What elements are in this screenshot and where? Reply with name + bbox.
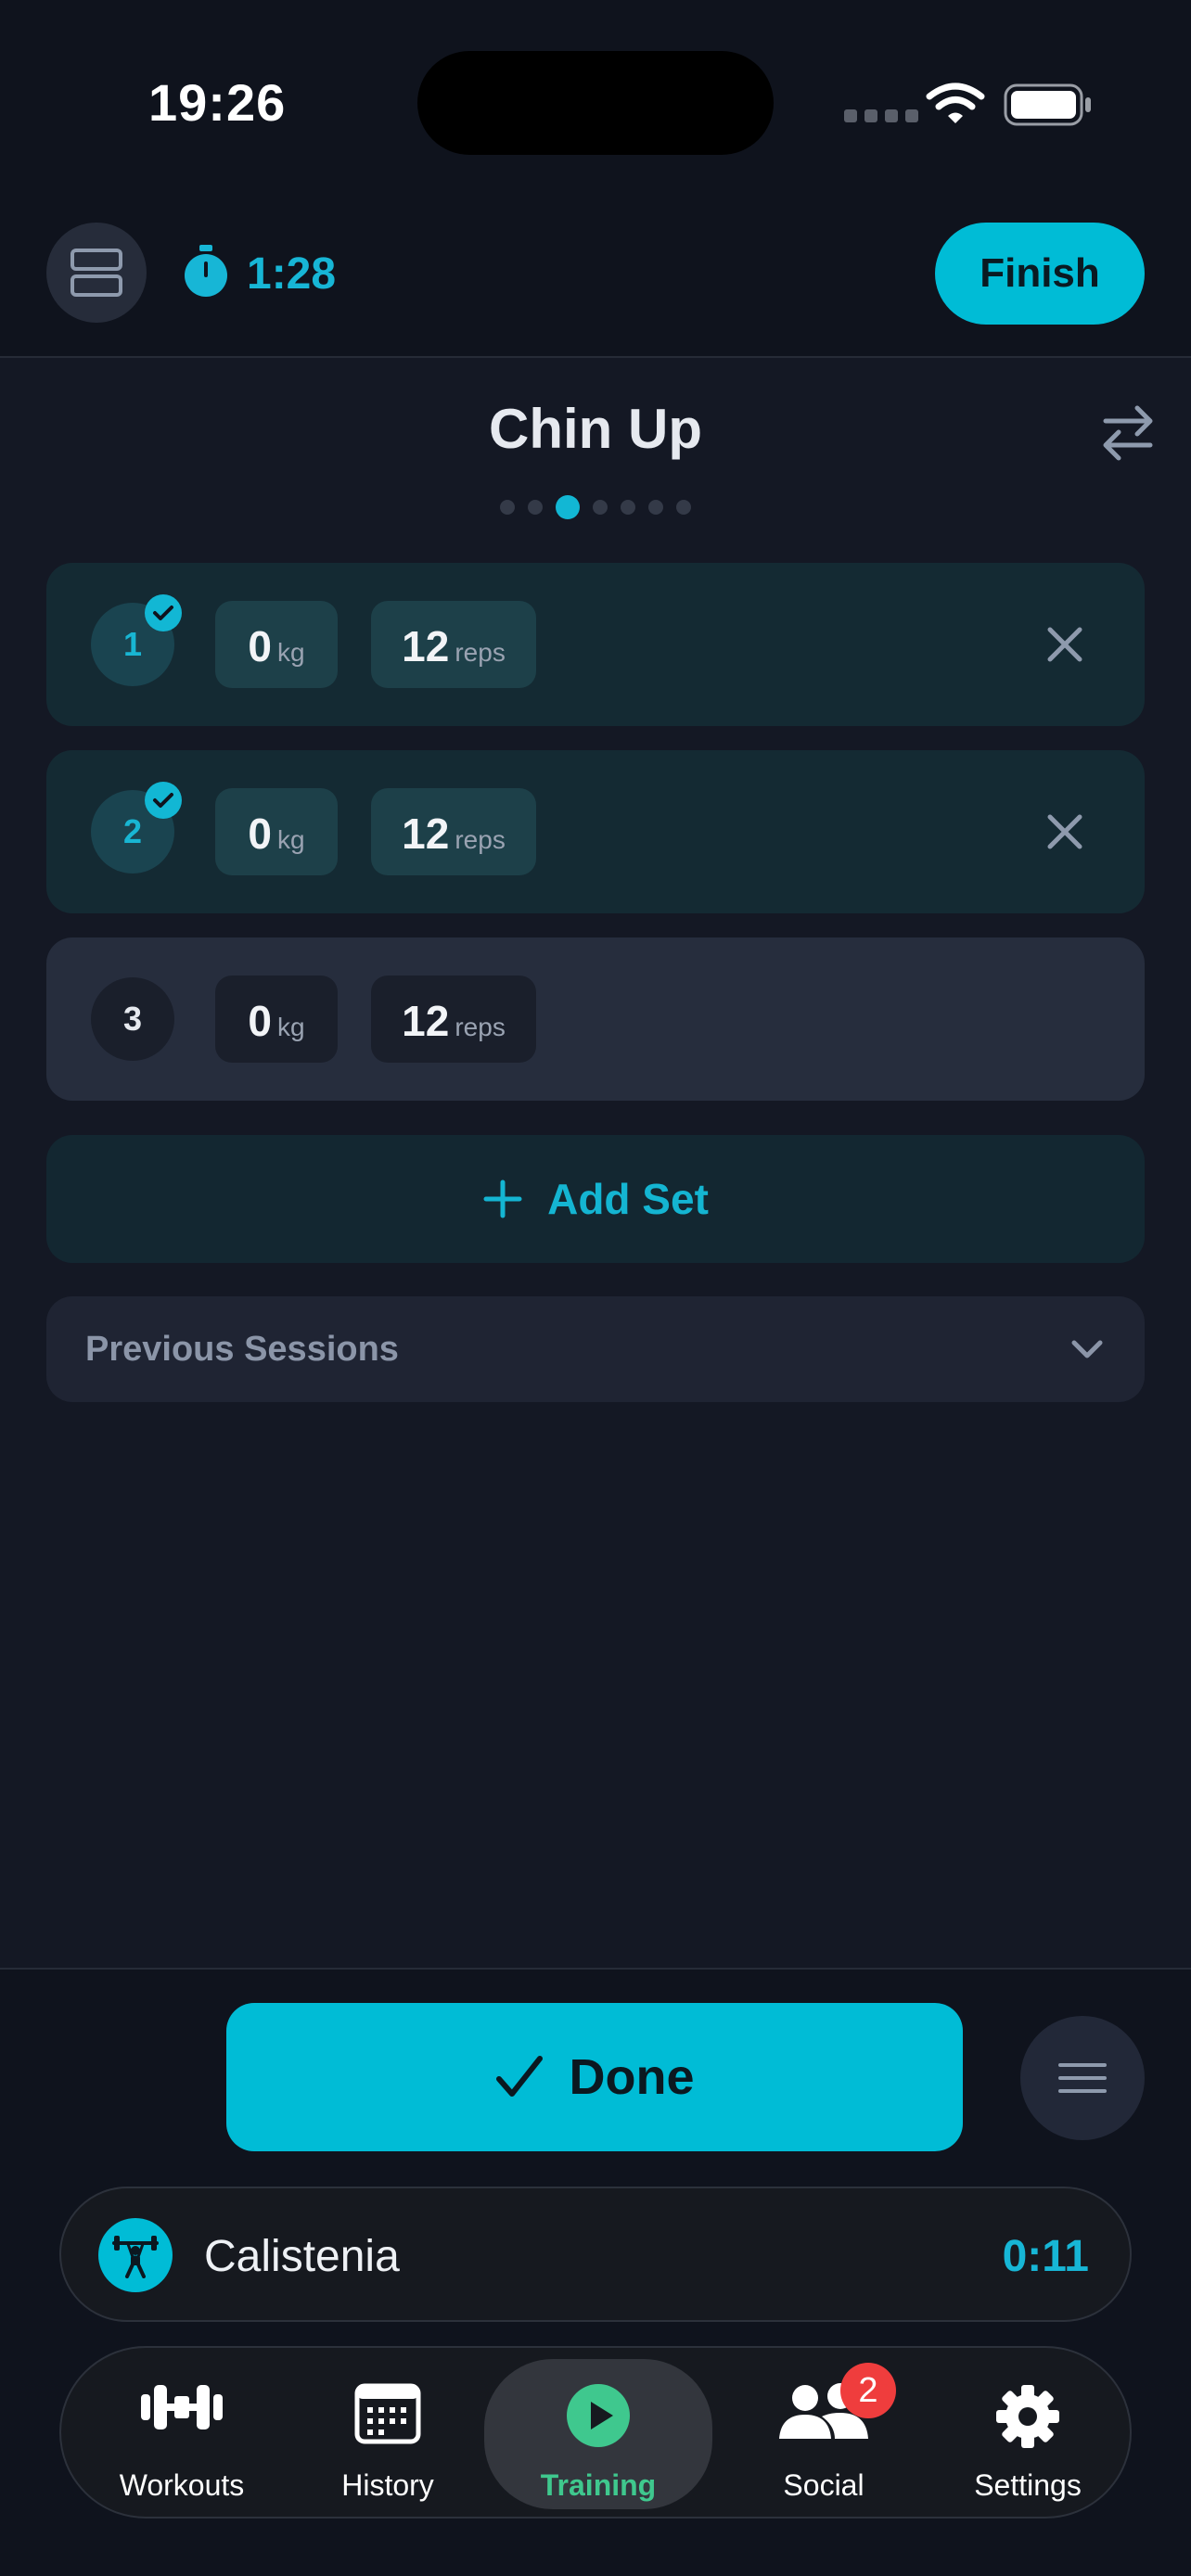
rest-timer: 1:28 [247,249,337,299]
weight-field[interactable]: 0 kg [215,976,338,1063]
set-row: 1 0 kg 12 reps [46,563,1145,726]
done-button[interactable]: Done [226,2003,963,2151]
page-dot-active[interactable] [556,495,580,519]
workout-elapsed-time: 0:11 [1002,2232,1089,2281]
reps-value: 12 [402,622,450,670]
page-dot[interactable] [500,500,515,515]
tab-settings[interactable]: Settings [926,2348,1130,2520]
reps-value: 12 [402,810,450,858]
set-row: 2 0 kg 12 reps [46,750,1145,913]
add-set-button[interactable]: Add Set [46,1135,1145,1263]
page-dot[interactable] [593,500,608,515]
checkmark-icon [495,2056,543,2097]
plus-icon [483,1180,522,1218]
tab-history[interactable]: History [286,2348,490,2520]
workout-name: Calistenia [204,2232,400,2281]
tab-social[interactable]: Social [722,2348,926,2520]
page-dot[interactable] [528,500,543,515]
previous-sessions-label: Previous Sessions [85,1330,399,1369]
tab-label: Training [540,2468,657,2502]
close-icon[interactable] [1043,810,1087,859]
swap-exercise-icon[interactable] [1100,402,1156,468]
weight-unit: kg [277,638,305,667]
dynamic-island [417,51,774,155]
exercise-page-indicator[interactable] [0,495,1191,519]
weight-unit: kg [277,1013,305,1041]
status-time: 19:26 [148,73,287,132]
checkmark-icon [145,594,182,631]
tab-label: Settings [974,2468,1082,2502]
set-row: 3 0 kg 12 reps [46,937,1145,1101]
notification-badge: 2 [840,2363,896,2418]
layout-toggle-button[interactable] [46,223,147,323]
calendar-icon [286,2383,490,2444]
reps-field[interactable]: 12 reps [371,788,536,875]
exercise-title: Chin Up [489,398,702,460]
hamburger-icon [1058,2063,1107,2093]
tab-workouts[interactable]: Workouts [80,2348,284,2520]
tab-label: Social [783,2468,864,2502]
weight-value: 0 [248,810,272,858]
weight-field[interactable]: 0 kg [215,601,338,688]
set-number[interactable]: 3 [91,977,174,1061]
checkmark-icon [145,782,182,819]
reps-unit: reps [455,1013,506,1041]
play-icon [484,2383,712,2448]
cellular-signal-icon [844,109,918,122]
battery-icon [1004,83,1093,131]
reps-unit: reps [455,638,506,667]
weight-value: 0 [248,997,272,1045]
active-workout-bar[interactable]: Calistenia 0:11 [59,2187,1132,2322]
page-dot[interactable] [621,500,635,515]
add-set-label: Add Set [547,1175,709,1223]
weightlifter-icon [98,2218,173,2292]
done-label: Done [569,2049,695,2105]
reps-value: 12 [402,997,450,1045]
reps-field[interactable]: 12 reps [371,976,536,1063]
tab-bar: Workouts History Training Social 2 Setti… [59,2346,1132,2519]
reps-field[interactable]: 12 reps [371,601,536,688]
previous-sessions-toggle[interactable]: Previous Sessions [46,1296,1145,1402]
reps-unit: reps [455,825,506,854]
weight-unit: kg [277,825,305,854]
weight-field[interactable]: 0 kg [215,788,338,875]
layout-rows-icon [70,249,122,297]
finish-button[interactable]: Finish [935,223,1145,325]
close-icon[interactable] [1043,622,1087,671]
page-dot[interactable] [676,500,691,515]
dumbbell-icon [80,2383,284,2431]
stopwatch-icon [182,245,230,303]
wifi-icon [926,82,985,131]
menu-button[interactable] [1020,2016,1145,2140]
tab-training[interactable]: Training [484,2359,712,2509]
weight-value: 0 [248,622,272,670]
tab-label: History [341,2468,434,2502]
tab-label: Workouts [119,2468,245,2502]
gear-icon [926,2383,1130,2450]
page-dot[interactable] [648,500,663,515]
chevron-down-icon [1071,1340,1103,1358]
